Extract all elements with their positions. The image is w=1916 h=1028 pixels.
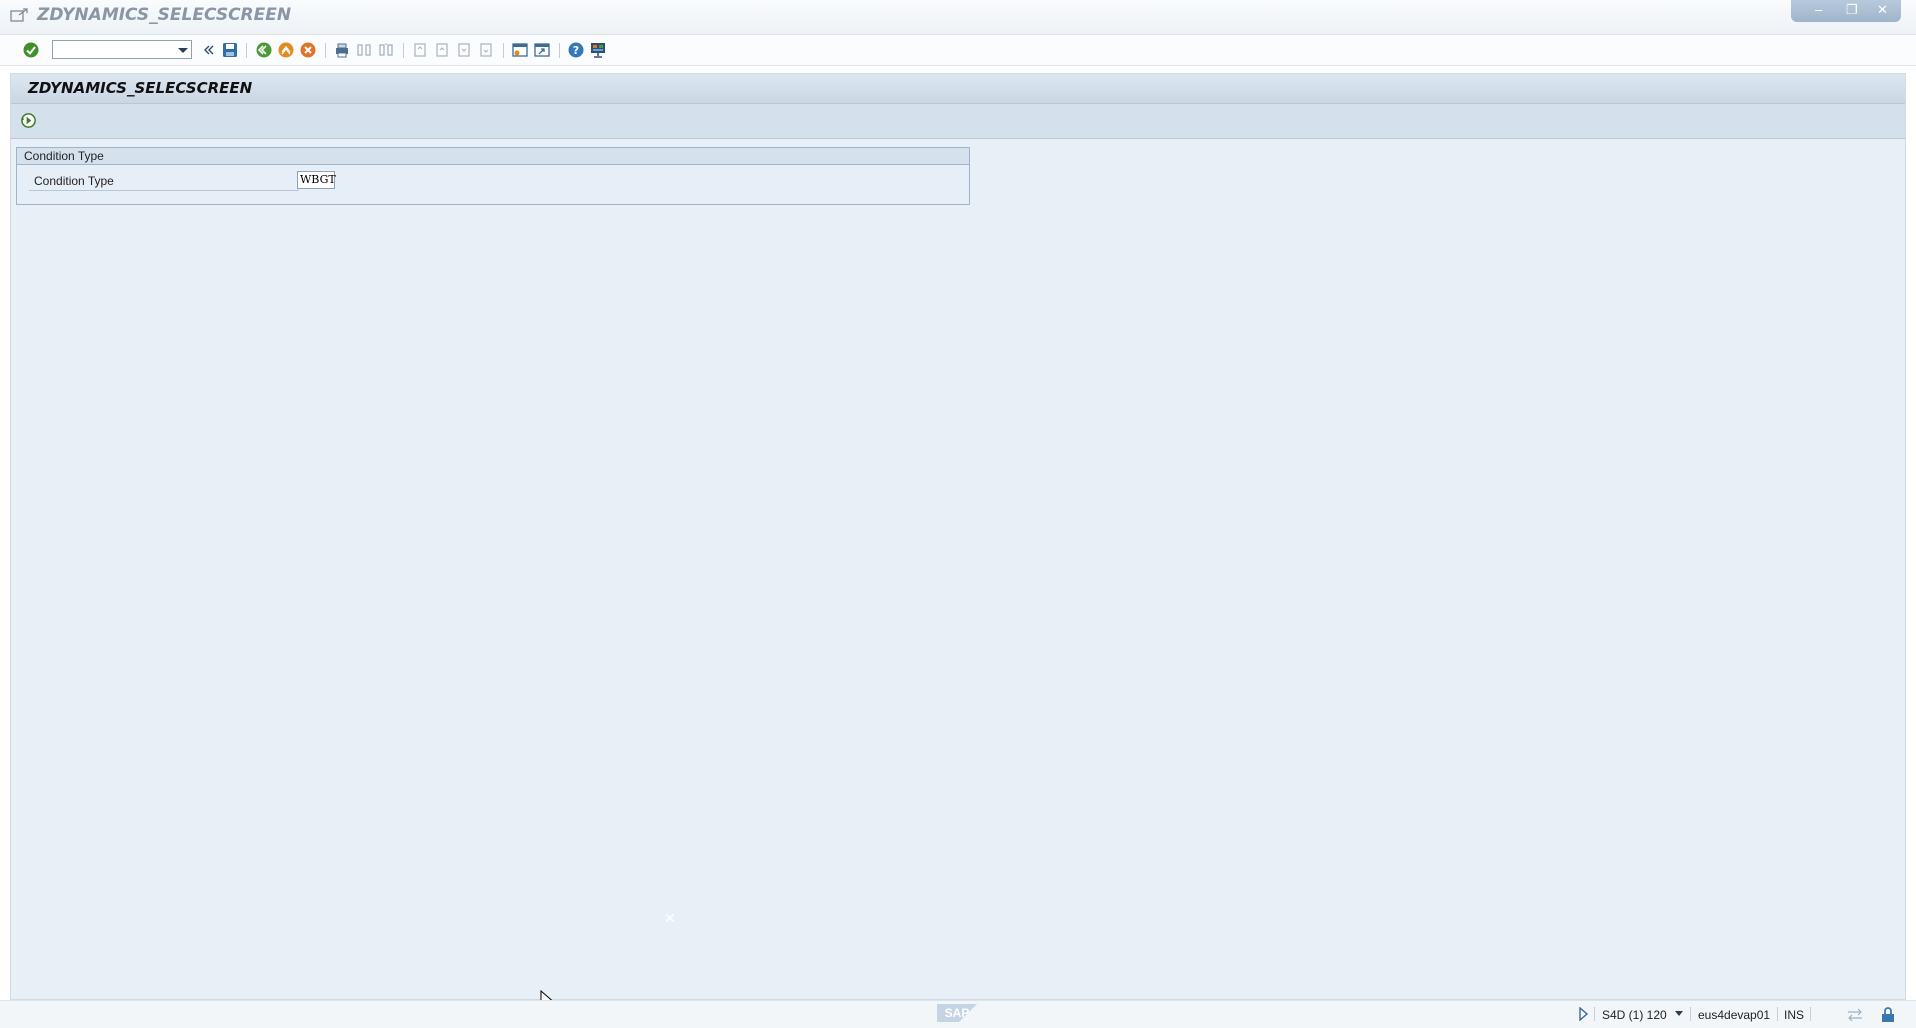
sap-logo: SAP (937, 1004, 977, 1022)
label-underline (29, 190, 299, 191)
enter-icon[interactable] (22, 41, 40, 59)
chevron-down-icon[interactable] (1674, 1010, 1684, 1018)
save-icon[interactable] (221, 41, 239, 59)
status-separator (1810, 1007, 1811, 1021)
window-title: ZDYNAMICS_SELECSCREEN (37, 5, 292, 25)
toolbar-separator (559, 43, 560, 58)
transfer-icon[interactable] (1846, 1008, 1864, 1022)
next-page-icon (458, 43, 470, 57)
play-triangle-icon[interactable] (1578, 1007, 1588, 1021)
shortcut-icon[interactable] (533, 41, 551, 59)
maximize-button[interactable]: ❐ (1846, 2, 1858, 18)
status-bar: SAP S4D (1) 120 eus4devap01 INS (0, 1000, 1916, 1028)
exit-icon[interactable] (277, 41, 295, 59)
screen-title-bar: ZDYNAMICS_SELECSCREEN (11, 74, 1905, 104)
application-toolbar (11, 104, 1905, 139)
previous-page-icon (436, 43, 448, 57)
condition-type-row: Condition Type WBGT (29, 169, 959, 193)
condition-type-label: Condition Type (34, 174, 114, 188)
chevron-down-icon[interactable] (178, 48, 188, 53)
server-info: eus4devap01 (1698, 1008, 1771, 1022)
create-session-icon[interactable] (511, 41, 529, 59)
lock-icon[interactable] (1880, 1006, 1896, 1023)
svg-text:?: ? (573, 44, 579, 57)
customize-layout-icon[interactable] (589, 41, 607, 59)
execute-icon[interactable] (20, 112, 37, 129)
toolbar-separator (246, 43, 247, 58)
window-controls: – ❐ ✕ (1791, 0, 1901, 22)
find-icon (357, 44, 371, 56)
first-page-icon (414, 43, 426, 57)
minimize-button[interactable]: – (1815, 2, 1822, 17)
last-page-icon (480, 43, 492, 57)
main-screen-area: ZDYNAMICS_SELECSCREEN Condition Type Con… (10, 73, 1906, 1000)
insert-mode[interactable]: INS (1784, 1008, 1804, 1022)
condition-type-groupbox: Condition Type Condition Type WBGT (16, 147, 970, 205)
toolbar-separator (503, 43, 504, 58)
help-icon[interactable]: ? (567, 41, 585, 59)
close-icon: ✕ (664, 910, 676, 926)
status-separator (1690, 1007, 1691, 1021)
system-info: S4D (1) 120 (1602, 1008, 1667, 1022)
status-separator (1594, 1007, 1595, 1021)
condition-type-input[interactable]: WBGT (297, 171, 336, 189)
system-menu-icon[interactable] (10, 8, 28, 24)
find-next-icon (379, 43, 393, 56)
status-separator (1777, 1007, 1778, 1021)
system-toolbar: ? (0, 35, 1916, 66)
cancel-icon[interactable] (299, 41, 317, 59)
close-button[interactable]: ✕ (1877, 2, 1888, 18)
print-icon[interactable] (333, 41, 351, 59)
groupbox-title: Condition Type (17, 148, 969, 165)
collapse-icon[interactable] (200, 41, 218, 59)
screen-title: ZDYNAMICS_SELECSCREEN (28, 79, 253, 97)
command-field[interactable] (52, 40, 192, 59)
toolbar-separator (325, 43, 326, 58)
window-title-bar: ZDYNAMICS_SELECSCREEN – ❐ ✕ (0, 0, 1916, 35)
back-icon[interactable] (255, 41, 273, 59)
toolbar-separator (403, 43, 404, 58)
